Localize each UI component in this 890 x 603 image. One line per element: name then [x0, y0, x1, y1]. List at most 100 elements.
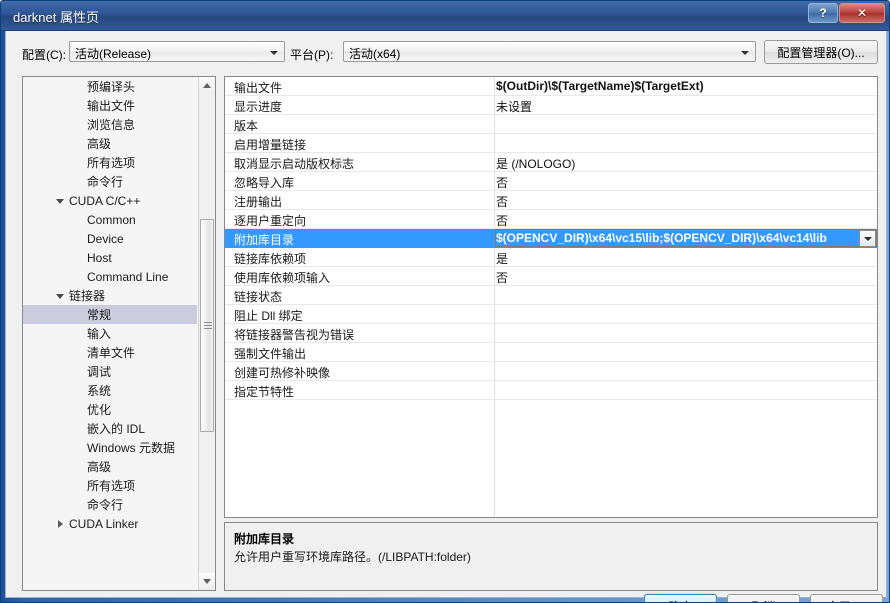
tree-item[interactable]: 命令行: [23, 172, 197, 191]
property-row[interactable]: 版本: [225, 115, 877, 134]
tree-item-label: 调试: [87, 365, 112, 379]
property-row[interactable]: 忽略导入库 否: [225, 172, 877, 191]
tree-item[interactable]: 预编译头: [23, 77, 197, 96]
property-value[interactable]: 未设置: [496, 98, 532, 115]
description-title: 附加库目录: [234, 532, 295, 546]
tree-item-label: 高级: [87, 460, 112, 474]
tree-item[interactable]: Windows 元数据: [23, 438, 197, 457]
value-dropdown-button[interactable]: [859, 230, 876, 247]
triangle-icon: [56, 294, 64, 299]
property-row-selected[interactable]: 附加库目录 $(OPENCV_DIR)\x64\vc15\lib;$(OPENCV…: [225, 229, 877, 248]
property-value[interactable]: $(OPENCV_DIR)\x64\vc15\lib;$(OPENCV_DIR)…: [496, 231, 855, 245]
property-row[interactable]: 将链接器警告视为错误: [225, 324, 877, 343]
apply-button[interactable]: 应用(A): [810, 594, 883, 602]
property-value[interactable]: 是 (/NOLOGO): [496, 155, 575, 172]
property-name: 显示进度: [234, 100, 283, 114]
tree-item[interactable]: 调试: [23, 362, 197, 381]
tree-item[interactable]: 链接器: [23, 286, 197, 305]
property-name: 逐用户重定向: [234, 214, 307, 228]
property-value[interactable]: 否: [496, 193, 508, 210]
tree-item-label: 系统: [87, 384, 112, 398]
tree-item-label: Common: [87, 212, 136, 227]
property-name: 创建可热修补映像: [234, 366, 331, 380]
chevron-down-icon: [741, 51, 749, 55]
ok-button[interactable]: 确定: [644, 594, 717, 602]
tree-item[interactable]: 命令行: [23, 495, 197, 514]
property-row[interactable]: 输出文件 $(OutDir)\$(TargetName)$(TargetExt): [225, 77, 877, 96]
tree-item-label: Command Line: [87, 269, 169, 284]
tree-vertical-scrollbar[interactable]: [198, 77, 215, 590]
property-value[interactable]: 否: [496, 174, 508, 191]
tree-item[interactable]: 浏览信息: [23, 115, 197, 134]
tree-item[interactable]: 所有选项: [23, 153, 197, 172]
cancel-button[interactable]: 取消: [727, 594, 800, 602]
property-row[interactable]: 指定节特性: [225, 381, 877, 400]
tree-item[interactable]: 清单文件: [23, 343, 197, 362]
tree-item[interactable]: 高级: [23, 457, 197, 476]
property-value[interactable]: 是: [496, 250, 508, 267]
property-value[interactable]: 否: [496, 269, 508, 286]
property-value[interactable]: $(OutDir)\$(TargetName)$(TargetExt): [496, 79, 704, 93]
chevron-down-icon: [863, 236, 872, 241]
tree-item[interactable]: 优化: [23, 400, 197, 419]
tree-item-label: 所有选项: [87, 479, 136, 493]
platform-label: 平台(P):: [290, 48, 334, 62]
tree-item[interactable]: 嵌入的 IDL: [23, 419, 197, 438]
tree-item[interactable]: CUDA Linker: [23, 514, 197, 533]
property-row[interactable]: 显示进度 未设置: [225, 96, 877, 115]
property-row[interactable]: 取消显示启动版权标志 是 (/NOLOGO): [225, 153, 877, 172]
description-panel: 附加库目录 允许用户重写环境库路径。(/LIBPATH:folder): [224, 522, 878, 591]
tree-item[interactable]: Common: [23, 210, 197, 229]
tree-item-label: 命令行: [87, 498, 124, 512]
property-grid[interactable]: 输出文件 $(OutDir)\$(TargetName)$(TargetExt) 显…: [224, 76, 878, 518]
expander-open-icon[interactable]: [54, 286, 66, 305]
property-name: 附加库目录: [234, 233, 295, 247]
property-name: 忽略导入库: [234, 176, 295, 190]
property-row[interactable]: 逐用户重定向 否: [225, 210, 877, 229]
tree-item[interactable]: 系统: [23, 381, 197, 400]
property-row[interactable]: 创建可热修补映像: [225, 362, 877, 381]
property-row[interactable]: 使用库依赖项输入 否: [225, 267, 877, 286]
tree-item[interactable]: Device: [23, 229, 197, 248]
tree-item-label: Windows 元数据: [87, 441, 176, 455]
tree-item-label: 命令行: [87, 175, 124, 189]
tree-item[interactable]: Host: [23, 248, 197, 267]
property-name: 强制文件输出: [234, 347, 307, 361]
tree-item-label: 所有选项: [87, 156, 136, 170]
tree-item-label: 预编译头: [87, 80, 136, 94]
tree-item[interactable]: 常规: [23, 305, 197, 324]
tree-item-label: 优化: [87, 403, 112, 417]
tree-item[interactable]: 所有选项: [23, 476, 197, 495]
property-name: 阻止 Dll 绑定: [234, 309, 303, 323]
description-text: 允许用户重写环境库路径。(/LIBPATH:folder): [234, 550, 471, 564]
property-row[interactable]: 启用增量链接: [225, 134, 877, 153]
property-row[interactable]: 注册输出 否: [225, 191, 877, 210]
property-name: 版本: [234, 119, 259, 133]
tree-item-label: 清单文件: [87, 346, 136, 360]
scroll-up-button[interactable]: [199, 77, 215, 94]
tree-item-label: 输入: [87, 327, 112, 341]
property-name: 启用增量链接: [234, 138, 307, 152]
title-bar: darknet 属性页 ? ✕: [1, 1, 889, 31]
property-value[interactable]: 否: [496, 212, 508, 229]
scrollbar-thumb[interactable]: [200, 219, 214, 432]
tree-item[interactable]: 高级: [23, 134, 197, 153]
expander-closed-icon[interactable]: [54, 514, 66, 533]
property-row[interactable]: 链接状态: [225, 286, 877, 305]
configuration-combobox[interactable]: 活动(Release): [69, 41, 285, 62]
help-button[interactable]: ?: [808, 3, 838, 23]
tree-item[interactable]: CUDA C/C++: [23, 191, 197, 210]
scroll-down-button[interactable]: [199, 573, 215, 590]
configuration-manager-button[interactable]: 配置管理器(O)...: [764, 40, 878, 64]
tree-item[interactable]: Command Line: [23, 267, 197, 286]
expander-open-icon[interactable]: [54, 191, 66, 210]
property-row[interactable]: 链接库依赖项 是: [225, 248, 877, 267]
settings-tree[interactable]: 预编译头 输出文件 浏览信息 高级 所有选项 命令行 CUDA C/C++ Common Dev…: [23, 77, 197, 590]
tree-item[interactable]: 输入: [23, 324, 197, 343]
property-row[interactable]: 阻止 Dll 绑定: [225, 305, 877, 324]
configuration-label: 配置(C):: [22, 48, 66, 62]
property-row[interactable]: 强制文件输出: [225, 343, 877, 362]
close-button[interactable]: ✕: [839, 3, 885, 23]
tree-item[interactable]: 输出文件: [23, 96, 197, 115]
platform-combobox[interactable]: 活动(x64): [343, 41, 756, 62]
